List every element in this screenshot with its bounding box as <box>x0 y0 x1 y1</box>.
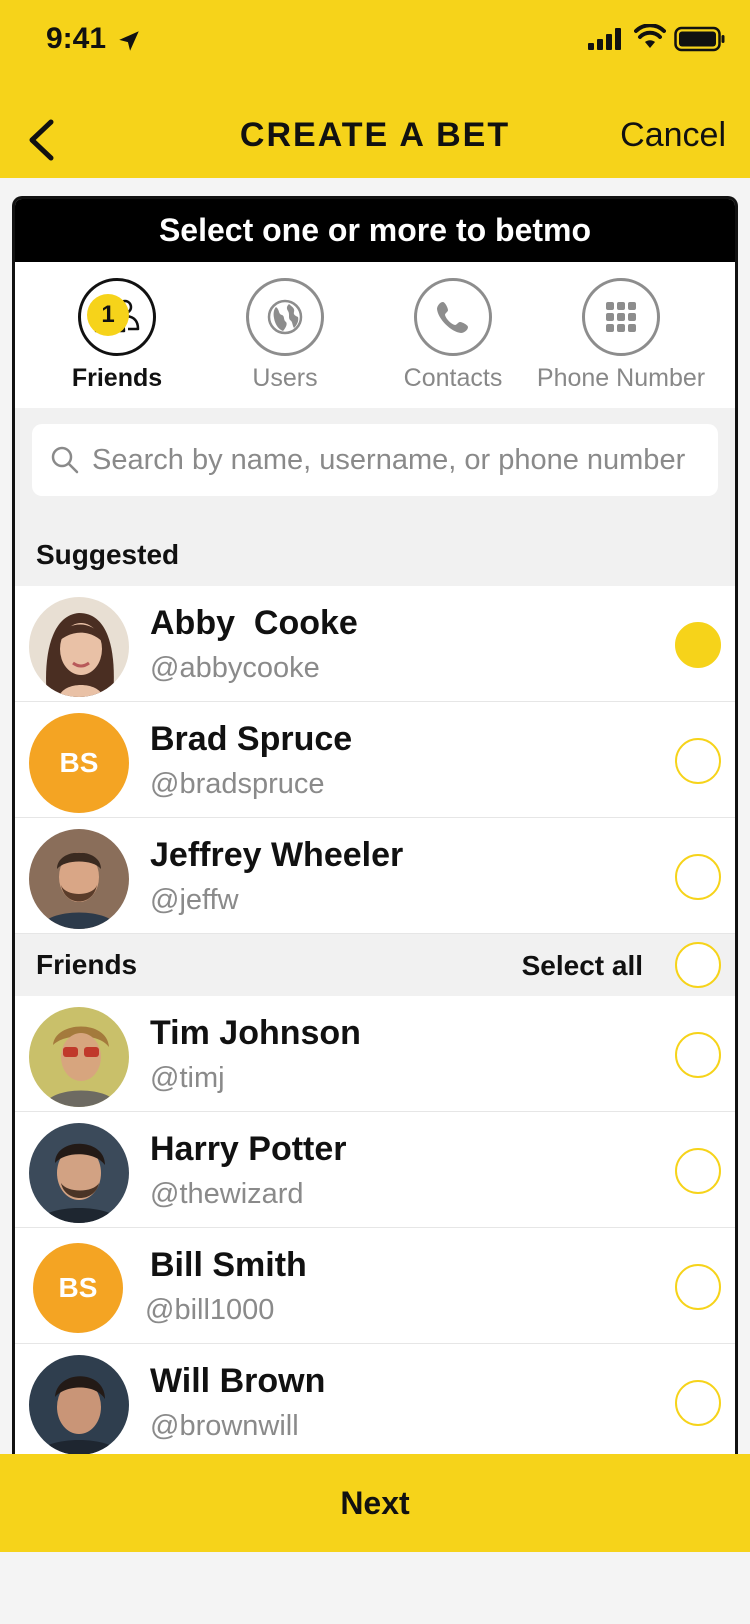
contact-handle: @bradspruce <box>150 768 325 800</box>
next-button[interactable]: Next <box>0 1454 750 1552</box>
battery-icon <box>674 26 725 52</box>
avatar: BS <box>29 713 129 813</box>
bottom-area <box>0 1552 750 1624</box>
list-item[interactable]: Tim Johnson @timj <box>15 996 735 1112</box>
select-radio[interactable] <box>675 1148 721 1194</box>
select-radio[interactable] <box>675 738 721 784</box>
signal-icon <box>588 28 621 50</box>
contact-handle: @timj <box>150 1062 225 1094</box>
contact-handle: @thewizard <box>150 1178 304 1210</box>
contact-name: Will Brown <box>150 1362 326 1400</box>
avatar <box>29 1123 129 1223</box>
contact-name: Bill Smith <box>150 1246 307 1284</box>
tab-contacts[interactable]: Contacts <box>368 278 538 393</box>
friends-section-header: Friends Select all <box>15 934 735 996</box>
card-header: Select one or more to betmo <box>15 199 735 262</box>
avatar <box>29 1007 129 1107</box>
contact-name: Abby Cooke <box>150 604 358 642</box>
list-item[interactable]: BS Brad Spruce @bradspruce <box>15 702 735 818</box>
tab-bar: Friends 1 Users Contacts Phone Number <box>15 262 735 408</box>
contact-name: Brad Spruce <box>150 720 353 758</box>
select-radio[interactable] <box>675 1380 721 1426</box>
phone-icon <box>437 302 468 333</box>
tab-users-label: Users <box>252 364 318 392</box>
select-all-button[interactable]: Select all <box>522 950 643 982</box>
tab-phone-number-label: Phone Number <box>536 364 706 392</box>
chevron-left-icon <box>29 119 54 161</box>
keypad-icon <box>606 302 636 332</box>
select-radio[interactable] <box>675 854 721 900</box>
tab-friends-label: Friends <box>71 364 163 392</box>
contact-handle: @jeffw <box>150 884 239 916</box>
contact-handle: @brownwill <box>150 1410 299 1442</box>
list-item[interactable]: Abby Cooke @abbycooke <box>15 586 735 702</box>
avatar: BS <box>33 1243 123 1333</box>
contact-name: Tim Johnson <box>150 1014 361 1052</box>
avatar <box>29 829 129 929</box>
back-button[interactable] <box>18 112 64 168</box>
wifi-icon <box>634 24 666 48</box>
select-radio[interactable] <box>675 1264 721 1310</box>
list-item[interactable]: BS Bill Smith @bill1000 <box>15 1228 735 1344</box>
tab-phone-number[interactable]: Phone Number <box>536 278 706 393</box>
suggested-section-header: Suggested <box>15 524 735 586</box>
tab-users[interactable]: Users <box>200 278 370 393</box>
list-item[interactable]: Will Brown @brownwill <box>15 1344 735 1456</box>
list-item[interactable]: Harry Potter @thewizard <box>15 1112 735 1228</box>
select-radio[interactable] <box>675 622 721 668</box>
friends-section-title: Friends <box>36 949 138 980</box>
avatar <box>29 1355 129 1455</box>
contact-handle: @abbycooke <box>150 652 320 684</box>
avatar <box>29 597 129 697</box>
location-arrow-icon <box>119 31 139 51</box>
tab-friends[interactable]: Friends 1 <box>32 278 202 393</box>
select-all-radio[interactable] <box>675 942 721 988</box>
tab-contacts-label: Contacts <box>403 364 503 392</box>
search-input[interactable] <box>92 443 718 477</box>
search-box[interactable] <box>32 424 718 496</box>
globe-icon <box>267 299 303 335</box>
search-area <box>15 408 735 524</box>
friends-count-badge: 1 <box>87 294 129 336</box>
select-radio[interactable] <box>675 1032 721 1078</box>
recipient-picker-card: Select one or more to betmo Friends 1 Us… <box>12 196 738 1456</box>
contact-handle: @bill1000 <box>145 1294 275 1326</box>
list-item[interactable]: Jeffrey Wheeler @jeffw <box>15 818 735 934</box>
search-icon <box>51 446 79 474</box>
suggested-section-title: Suggested <box>36 539 180 570</box>
status-time: 9:41 <box>46 22 107 55</box>
contact-name: Harry Potter <box>150 1130 347 1168</box>
contact-name: Jeffrey Wheeler <box>150 836 404 874</box>
cancel-button[interactable]: Cancel <box>620 116 726 155</box>
top-bar: 9:41 CREATE A BET Cancel <box>0 0 750 178</box>
